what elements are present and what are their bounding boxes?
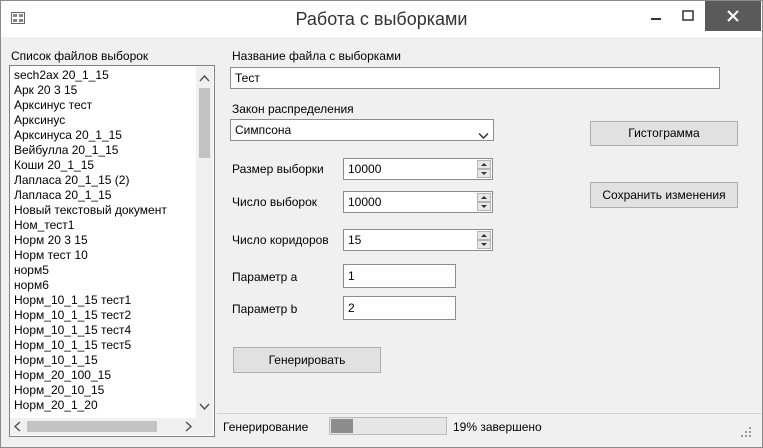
maximize-icon	[682, 10, 694, 21]
list-item[interactable]: Норм_10_1_15 тест2	[14, 308, 131, 323]
param-b-label: Параметр b	[232, 302, 298, 316]
sample-count-stepper[interactable]: 10000	[343, 191, 493, 213]
spin-down-icon	[481, 172, 487, 175]
main-window: Работа с выборками Список файлов выборок…	[0, 0, 763, 448]
list-item[interactable]: норм5	[14, 263, 49, 278]
list-item[interactable]: Норм_20_10_15	[14, 383, 104, 398]
list-item[interactable]: Норм_10_1_15 тест5	[14, 338, 131, 353]
spin-down-icon	[481, 243, 487, 246]
resize-grip-icon[interactable]	[739, 425, 753, 442]
list-item[interactable]: Норм_20_1_20	[14, 398, 98, 413]
scroll-down-icon[interactable]	[199, 403, 210, 411]
chevron-down-icon[interactable]	[478, 126, 489, 146]
filename-input[interactable]: Тест	[230, 67, 720, 89]
status-label: Генерирование	[223, 420, 309, 434]
scrollbar-corner	[196, 418, 213, 435]
sample-count-down-button[interactable]	[477, 202, 491, 211]
vertical-scroll-thumb[interactable]	[199, 88, 210, 158]
progress-fill	[331, 419, 353, 433]
law-label: Закон распределения	[232, 102, 354, 116]
sample-count-value: 10000	[348, 195, 382, 209]
list-item[interactable]: Коши 20_1_15	[14, 158, 94, 173]
scroll-left-icon[interactable]	[13, 421, 21, 432]
sample-size-down-button[interactable]	[477, 169, 491, 178]
save-changes-button[interactable]: Сохранить изменения	[590, 182, 738, 208]
maximize-button[interactable]	[673, 1, 703, 31]
list-item[interactable]: Норм_10_1_15 тест1	[14, 293, 131, 308]
sample-count-label: Число выборок	[232, 195, 317, 209]
list-item[interactable]: Арксинуса 20_1_15	[14, 128, 122, 143]
param-a-input[interactable]: 1	[343, 264, 456, 288]
scroll-right-icon[interactable]	[185, 421, 193, 432]
spin-down-icon	[481, 205, 487, 208]
spin-up-icon	[481, 234, 487, 237]
list-item[interactable]: sech2ax 20_1_15	[14, 68, 109, 83]
param-a-label: Параметр а	[232, 270, 298, 284]
progress-bar	[329, 417, 447, 435]
histogram-button[interactable]: Гистограмма	[590, 121, 738, 146]
param-b-input[interactable]: 2	[343, 296, 456, 320]
list-item[interactable]: Лапласа 20_1_15 (2)	[14, 173, 129, 188]
filename-label: Название файла с выборками	[232, 49, 401, 63]
list-item[interactable]: Арк 20 3 15	[14, 83, 77, 98]
spin-up-icon	[481, 163, 487, 166]
list-item[interactable]: Арксинус тест	[14, 98, 92, 113]
list-item[interactable]: Вейбулла 20_1_15	[14, 143, 118, 158]
sample-size-stepper[interactable]: 10000	[343, 158, 493, 180]
sample-size-up-button[interactable]	[477, 160, 491, 169]
list-item[interactable]: Лапласа 20_1_15	[14, 188, 111, 203]
corridors-up-button[interactable]	[477, 231, 491, 240]
list-item[interactable]: норм6	[14, 278, 49, 293]
close-icon	[727, 10, 739, 22]
list-item[interactable]: Норм_10_1_15 тест4	[14, 323, 131, 338]
scroll-up-icon[interactable]	[199, 74, 210, 82]
sample-count-up-button[interactable]	[477, 193, 491, 202]
sample-size-value: 10000	[348, 162, 382, 176]
close-button[interactable]	[705, 1, 761, 31]
law-select[interactable]: Симпсона	[230, 119, 494, 141]
corridors-value: 15	[348, 233, 362, 247]
law-select-value: Симпсона	[235, 123, 292, 137]
sample-size-label: Размер выборки	[232, 162, 324, 176]
vertical-scrollbar[interactable]	[196, 66, 213, 418]
horizontal-scrollbar[interactable]	[10, 418, 196, 435]
list-item[interactable]: Ном_тест1	[14, 218, 74, 233]
minimize-icon	[651, 18, 661, 20]
file-listbox[interactable]: sech2ax 20_1_15 Арк 20 3 15 Арксинус тес…	[9, 65, 215, 437]
list-item[interactable]: Норм тест 10	[14, 248, 88, 263]
corridors-stepper[interactable]: 15	[343, 229, 493, 251]
file-list-label: Список файлов выборок	[11, 49, 149, 63]
minimize-button[interactable]	[641, 1, 671, 31]
list-item[interactable]: Норм 20 3 15	[14, 233, 88, 248]
list-item[interactable]: Арксинус	[14, 113, 65, 128]
title-bar: Работа с выборками	[1, 1, 762, 37]
generate-button[interactable]: Генерировать	[233, 347, 381, 373]
horizontal-scroll-thumb[interactable]	[27, 421, 157, 432]
list-item[interactable]: Норм_20_100_15	[14, 368, 111, 383]
progress-text: 19% завершено	[453, 420, 542, 434]
corridors-label: Число коридоров	[232, 233, 329, 247]
spin-up-icon	[481, 196, 487, 199]
list-item[interactable]: Новый текстовый документ	[14, 203, 167, 218]
list-item[interactable]: Норм_10_1_15	[14, 353, 98, 368]
corridors-down-button[interactable]	[477, 240, 491, 249]
